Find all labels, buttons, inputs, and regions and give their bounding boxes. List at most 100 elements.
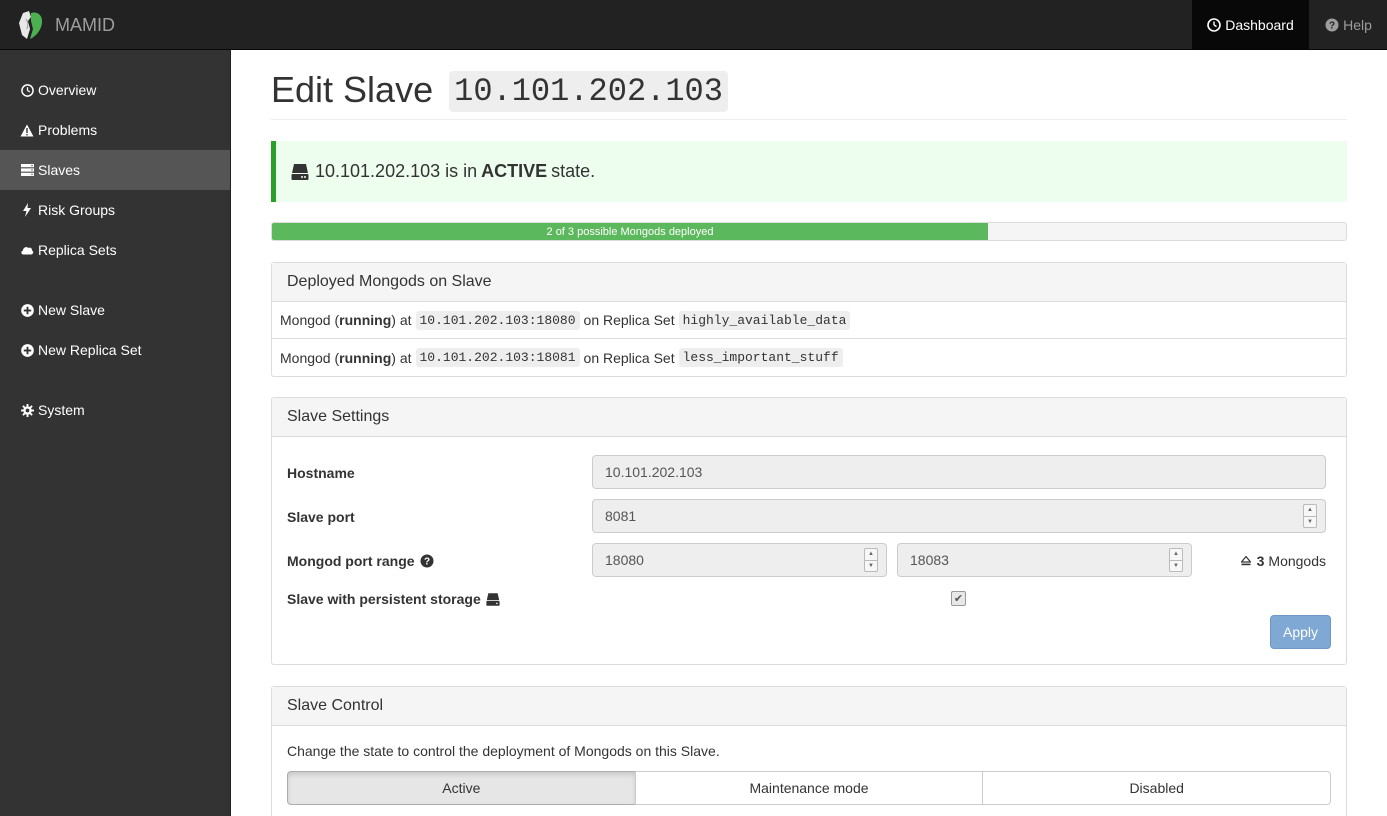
stepper-down-icon[interactable]: ▼ (1170, 559, 1182, 572)
title-divider (271, 119, 1347, 120)
flash-icon (20, 203, 34, 217)
state-active-button[interactable]: Active (287, 771, 636, 805)
cloud-icon (20, 243, 34, 257)
sidebar-item-new-replica-set[interactable]: New Replica Set (0, 330, 230, 370)
check-icon: ✔ (953, 593, 964, 605)
hostname-value: 10.101.202.103 (605, 464, 703, 480)
replica-set-name[interactable]: highly_available_data (678, 310, 851, 330)
deployed-mongods-panel: Deployed Mongods on Slave Mongod (runnin… (271, 262, 1347, 377)
sidebar-item-label: Problems (38, 122, 98, 138)
slave-control-heading: Slave Control (272, 687, 1346, 726)
persistent-storage-checkbox[interactable]: ✔ (951, 591, 966, 606)
port-range-label-text: Mongod port range (287, 553, 415, 569)
slave-port-stepper[interactable]: ▲ ▼ (1303, 504, 1317, 528)
sidebar: Overview Problems Slaves Risk Groups Rep… (0, 50, 231, 816)
deploy-progress: 2 of 3 possible Mongods deployed (271, 222, 1347, 241)
sidebar-item-problems[interactable]: Problems (0, 110, 230, 150)
state-disabled-button[interactable]: Disabled (982, 771, 1332, 805)
sidebar-item-label: New Replica Set (38, 342, 142, 358)
sidebar-item-risk-groups[interactable]: Risk Groups (0, 190, 230, 230)
sidebar-item-label: Overview (38, 82, 97, 98)
slave-port-label: Slave port (287, 509, 355, 525)
server-icon (20, 163, 34, 177)
slave-port-field[interactable]: 8081 ▲ ▼ (592, 499, 1326, 533)
port-range-label: Mongod port range ? (287, 553, 434, 569)
sidebar-item-label: Slaves (38, 162, 81, 178)
mongod-mid: ) at (391, 312, 412, 328)
nav-help[interactable]: ? Help (1310, 0, 1387, 50)
mamid-logo-icon (19, 11, 43, 39)
state-maintenance-button[interactable]: Maintenance mode (634, 771, 984, 805)
sidebar-item-slaves[interactable]: Slaves (0, 150, 230, 190)
mongod-status: running (339, 312, 392, 328)
port-range-from-value: 18080 (605, 552, 644, 568)
page-title-host: 10.101.202.103 (449, 71, 728, 112)
page-title: Edit Slave 10.101.202.103 (271, 69, 728, 112)
hdd-icon (486, 592, 500, 606)
plus-circle-icon (20, 303, 34, 317)
state-alert: 10.101.202.103 is in ACTIVE state. (271, 141, 1347, 202)
sidebar-item-label: Risk Groups (38, 202, 116, 218)
dashboard-icon (1207, 18, 1222, 32)
stepper-up-icon[interactable]: ▲ (865, 549, 877, 560)
top-navbar: MAMID Dashboard ? Help (0, 0, 1387, 50)
nav-dashboard-label: Dashboard (1225, 17, 1294, 33)
sidebar-item-label: System (38, 402, 85, 418)
slave-control-description: Change the state to control the deployme… (287, 743, 720, 759)
port-range-to-field[interactable]: 18083 ▲ ▼ (897, 543, 1192, 577)
sidebar-item-label: Replica Sets (38, 242, 117, 258)
port-range-from-stepper[interactable]: ▲ ▼ (864, 548, 878, 572)
brand[interactable]: MAMID (17, 9, 115, 41)
port-range-to-stepper[interactable]: ▲ ▼ (1169, 548, 1183, 572)
mongod-prefix: Mongod ( (280, 349, 340, 366)
sidebar-item-label: New Slave (38, 302, 105, 318)
slave-control-panel: Slave Control Change the state to contro… (271, 686, 1347, 816)
replica-set-label: on Replica Set (583, 312, 675, 328)
question-circle-icon[interactable]: ? (420, 554, 434, 568)
warning-icon (20, 123, 34, 137)
hostname-label: Hostname (287, 465, 355, 481)
sidebar-item-overview[interactable]: Overview (0, 70, 230, 110)
nav-dashboard[interactable]: Dashboard (1192, 0, 1309, 50)
port-range-to-value: 18083 (910, 552, 949, 568)
replica-set-label: on Replica Set (583, 349, 675, 366)
stepper-up-icon[interactable]: ▲ (1304, 505, 1316, 516)
brand-name: MAMID (55, 14, 115, 35)
sidebar-item-new-slave[interactable]: New Slave (0, 290, 230, 330)
alert-text-end: state. (551, 161, 596, 181)
stepper-up-icon[interactable]: ▲ (1170, 549, 1182, 560)
persistent-storage-label: Slave with persistent storage (287, 591, 500, 607)
persistent-storage-label-text: Slave with persistent storage (287, 591, 481, 607)
port-range-from-field[interactable]: 18080 ▲ ▼ (592, 543, 887, 577)
question-circle-icon: ? (1325, 18, 1339, 32)
hostname-field[interactable]: 10.101.202.103 (592, 455, 1326, 489)
mongods-count-info: 3 Mongods (1240, 553, 1326, 569)
replica-set-name[interactable]: less_important_stuff (678, 348, 843, 367)
sidebar-item-system[interactable]: System (0, 390, 230, 430)
stepper-down-icon[interactable]: ▼ (865, 559, 877, 572)
deployed-mongods-list: Mongod (running) at 10.101.202.103:18080… (272, 302, 1346, 376)
alert-state: ACTIVE (481, 161, 548, 181)
mongods-count: 3 (1256, 553, 1265, 569)
nav-help-label: Help (1343, 17, 1372, 33)
eject-icon (1240, 556, 1251, 566)
mongod-address[interactable]: 10.101.202.103:18081 (415, 348, 580, 367)
mongods-count-label: Mongods (1268, 553, 1326, 569)
list-item: Mongod (running) at 10.101.202.103:18080… (272, 302, 1346, 339)
list-item: Mongod (running) at 10.101.202.103:18081… (272, 339, 1346, 376)
stepper-down-icon[interactable]: ▼ (1304, 515, 1316, 528)
plus-circle-icon (20, 343, 34, 357)
alert-host: 10.101.202.103 (315, 161, 441, 181)
slave-settings-panel: Slave Settings Hostname 10.101.202.103 S… (271, 397, 1347, 665)
mongod-prefix: Mongod ( (280, 312, 340, 328)
apply-button[interactable]: Apply (1270, 615, 1331, 649)
mongod-address[interactable]: 10.101.202.103:18080 (415, 310, 580, 330)
state-button-group: Active Maintenance mode Disabled (287, 771, 1332, 805)
sidebar-item-replica-sets[interactable]: Replica Sets (0, 230, 230, 270)
mongod-status: running (339, 349, 392, 366)
mongod-mid: ) at (391, 349, 412, 366)
deploy-progress-label: 2 of 3 possible Mongods deployed (546, 225, 714, 238)
cog-icon (20, 403, 34, 417)
slave-port-value: 8081 (605, 508, 637, 524)
svg-text:?: ? (423, 557, 429, 568)
